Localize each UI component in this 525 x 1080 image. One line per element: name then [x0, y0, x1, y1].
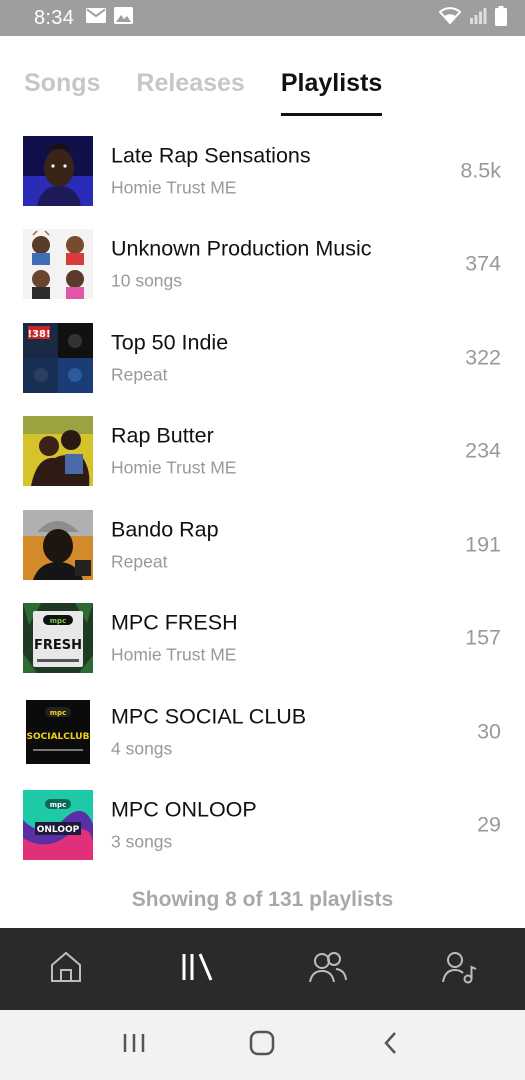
art-mpc-label: mpc	[50, 617, 66, 625]
status-bar: 8:34	[0, 0, 525, 36]
playlist-count: 30	[477, 719, 501, 744]
recent-apps-button[interactable]	[104, 1020, 164, 1070]
wifi-icon	[438, 7, 462, 29]
playlist-artwork: !38!	[23, 322, 93, 393]
playlist-title: MPC SOCIAL CLUB	[111, 704, 307, 729]
home-button-icon	[248, 1029, 276, 1062]
tab-bar: Songs Releases Playlists	[0, 36, 525, 116]
battery-icon	[495, 5, 507, 31]
playlist-subtitle: Homie Trust ME	[111, 644, 237, 665]
nav-library-button[interactable]	[157, 939, 237, 999]
playlist-title: Rap Butter	[111, 423, 214, 448]
playlist-artwork: mpc SOCIALCLUB	[23, 696, 93, 767]
playlist-artwork	[23, 416, 93, 487]
playlist-artwork: mpc FRESH	[23, 603, 93, 674]
playlist-title: Bando Rap	[111, 517, 219, 542]
art-top50-label: !38!	[27, 329, 50, 340]
playlist-count: 234	[465, 438, 501, 463]
playlist-count: 322	[465, 345, 501, 370]
playlist-artwork	[23, 135, 93, 206]
playlist-row[interactable]: mpc FRESH MPC FRESH Homie Trust ME 157	[0, 592, 525, 686]
playlist-title: Top 50 Indie	[111, 330, 229, 355]
playlist-row[interactable]: !38! Top 50 Indie Repeat 322	[0, 311, 525, 405]
art-mpc-label: mpc	[50, 801, 66, 809]
playlist-subtitle: Homie Trust ME	[111, 457, 237, 478]
nav-artist-button[interactable]	[419, 939, 499, 999]
art-onloop-label: ONLOOP	[37, 825, 80, 835]
playlist-row[interactable]: Late Rap Sensations Homie Trust ME 8.5k	[0, 124, 525, 218]
artist-icon	[440, 949, 478, 990]
playlist-artwork	[23, 509, 93, 580]
playlist-row[interactable]: mpc ONLOOP MPC ONLOOP 3 songs 29	[0, 779, 525, 873]
tab-releases[interactable]: Releases	[136, 69, 244, 116]
playlist-count: 29	[477, 812, 501, 837]
system-nav-bar	[0, 1010, 525, 1080]
showing-count-text: Showing 8 of 131 playlists	[131, 888, 394, 911]
playlist-subtitle: 4 songs	[111, 738, 173, 759]
playlist-subtitle: Repeat	[111, 364, 168, 385]
playlist-title: Unknown Production Music	[111, 236, 372, 261]
back-icon	[381, 1030, 401, 1061]
image-icon	[114, 7, 134, 29]
signal-icon	[469, 7, 487, 29]
playlist-subtitle: 10 songs	[111, 270, 183, 291]
playlist-list: Late Rap Sensations Homie Trust ME 8.5k …	[0, 124, 525, 872]
art-fresh-label: FRESH	[34, 638, 82, 653]
library-icon	[179, 950, 215, 989]
art-socialclub-label: SOCIALCLUB	[27, 732, 90, 742]
playlist-title: MPC ONLOOP	[111, 797, 257, 822]
status-time: 8:34	[34, 6, 75, 29]
audience-icon	[308, 949, 348, 990]
home-icon	[49, 950, 83, 989]
playlist-count: 374	[465, 251, 501, 276]
bottom-nav	[0, 928, 525, 1010]
playlist-row[interactable]: mpc SOCIALCLUB MPC SOCIAL CLUB 4 songs 3…	[0, 685, 525, 779]
playlist-subtitle: 3 songs	[111, 831, 173, 852]
system-home-button[interactable]	[232, 1020, 292, 1070]
playlist-count: 157	[465, 625, 501, 650]
nav-audience-button[interactable]	[288, 939, 368, 999]
tab-playlists[interactable]: Playlists	[280, 69, 383, 116]
playlist-subtitle: Repeat	[111, 551, 168, 572]
playlist-row[interactable]: Unknown Production Music 10 songs 374	[0, 218, 525, 312]
playlist-count: 8.5k	[460, 158, 501, 183]
art-mpc-label: mpc	[50, 709, 66, 717]
playlist-title: Late Rap Sensations	[111, 143, 311, 168]
back-button[interactable]	[361, 1020, 421, 1070]
playlist-row[interactable]: Rap Butter Homie Trust ME 234	[0, 405, 525, 499]
playlist-title: MPC FRESH	[111, 610, 238, 635]
recent-apps-icon	[121, 1031, 147, 1060]
nav-home-button[interactable]	[26, 939, 106, 999]
playlist-row[interactable]: Bando Rap Repeat 191	[0, 498, 525, 592]
playlist-count: 191	[465, 532, 501, 557]
tab-songs[interactable]: Songs	[24, 69, 100, 116]
mail-icon	[86, 8, 107, 28]
playlist-artwork: mpc ONLOOP	[23, 790, 93, 861]
playlist-artwork	[23, 229, 93, 300]
playlist-subtitle: Homie Trust ME	[111, 177, 237, 198]
